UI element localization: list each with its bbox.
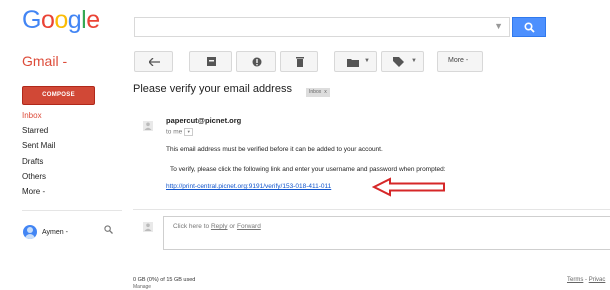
logo-letter: g [67, 6, 82, 34]
verification-link[interactable]: http://print-central.picnet.org:9191/ver… [166, 183, 331, 190]
move-to-button[interactable]: ▼ [334, 51, 377, 72]
reply-avatar [143, 222, 153, 232]
app-switcher[interactable]: Gmail - [22, 53, 67, 69]
sidebar-item-inbox[interactable]: Inbox [22, 111, 42, 120]
privacy-link[interactable]: Privac [589, 277, 606, 283]
sender-email[interactable]: papercut@picnet.org [166, 116, 241, 125]
inbox-badge-text: Inbox [309, 89, 322, 95]
logo-letter: e [86, 6, 100, 34]
email-subject: Please verify your email address [133, 83, 292, 95]
remove-label-icon[interactable]: x [324, 89, 327, 95]
sidebar-item-more[interactable]: More - [22, 187, 45, 196]
labels-button[interactable]: ▼ [381, 51, 424, 72]
chevron-down-icon: ▼ [411, 58, 417, 64]
reply-box[interactable] [163, 216, 610, 250]
logo-letter: G [22, 6, 41, 34]
divider [133, 209, 610, 210]
back-arrow-icon [149, 58, 160, 66]
chat-search-button[interactable] [104, 225, 113, 237]
reply-prompt: Click here to Reply or Forward [173, 223, 261, 230]
chat-user-name[interactable]: Aymen - [42, 229, 68, 236]
person-icon [144, 223, 152, 231]
forward-link[interactable]: Forward [237, 223, 261, 230]
search-input[interactable]: ▼ [134, 17, 510, 37]
delete-button[interactable] [280, 51, 318, 72]
chevron-down-icon: ▼ [364, 58, 370, 64]
reply-prompt-or: or [227, 223, 237, 230]
sidebar-item-others[interactable]: Others [22, 172, 46, 181]
more-button[interactable]: More - [437, 51, 483, 72]
label-icon [393, 57, 404, 67]
recipient-text: to me [166, 128, 183, 136]
email-body-line-2: To verify, please click the following li… [170, 166, 446, 173]
google-logo[interactable]: Google [22, 6, 100, 35]
search-icon [104, 225, 113, 234]
archive-icon [207, 57, 216, 66]
recipient-line: to me ▼ [166, 128, 194, 136]
logo-letter: o [40, 6, 55, 34]
terms-link[interactable]: Terms [567, 277, 583, 283]
email-body-line-1: This email address must be verified befo… [166, 146, 383, 153]
reply-prompt-prefix: Click here to [173, 223, 211, 230]
archive-button[interactable] [189, 51, 232, 72]
more-button-label: More - [448, 57, 469, 64]
sidebar-item-drafts[interactable]: Drafts [22, 157, 43, 166]
inbox-label-badge[interactable]: Inbox x [306, 88, 330, 97]
manage-storage-link[interactable]: Manage [133, 284, 151, 290]
avatar[interactable] [23, 225, 37, 239]
report-spam-button[interactable] [236, 51, 276, 72]
logo-letter: o [54, 6, 68, 34]
trash-icon [296, 57, 304, 67]
sender-avatar [143, 121, 153, 131]
back-button[interactable] [134, 51, 173, 72]
annotation-arrow [372, 177, 445, 197]
details-chevron-icon[interactable]: ▼ [184, 128, 194, 136]
report-spam-icon [252, 57, 262, 67]
search-options-chevron-icon[interactable]: ▼ [494, 21, 503, 31]
folder-icon [347, 59, 359, 67]
search-icon [524, 22, 535, 33]
person-icon [144, 122, 152, 130]
compose-button[interactable]: COMPOSE [22, 86, 95, 105]
footer-links: Terms - Privac [567, 277, 605, 283]
sidebar-item-starred[interactable]: Starred [22, 126, 48, 135]
reply-link[interactable]: Reply [211, 223, 228, 230]
sidebar-item-sent-mail[interactable]: Sent Mail [22, 141, 55, 150]
storage-usage: 0 GB (0%) of 15 GB used [133, 277, 196, 283]
divider [22, 210, 122, 211]
search-button[interactable] [512, 17, 546, 37]
